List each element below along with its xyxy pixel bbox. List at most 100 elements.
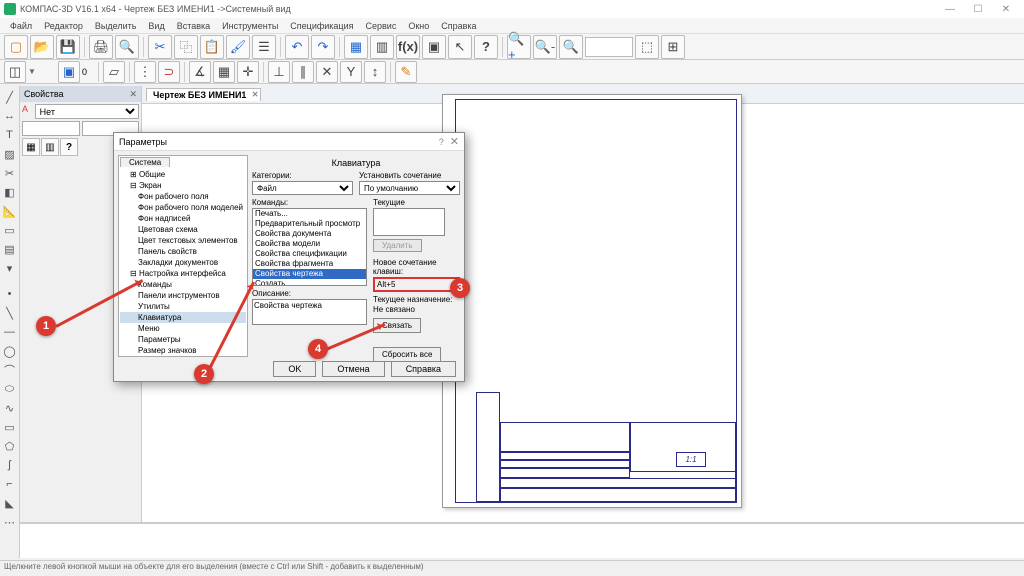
menu-spec[interactable]: Спецификация [284, 21, 359, 31]
magnet-icon[interactable]: ⊃ [158, 61, 180, 83]
tool1-icon[interactable]: ▦ [344, 35, 368, 59]
dialog-help-icon[interactable]: ? [439, 137, 444, 147]
menu-help[interactable]: Справка [435, 21, 482, 31]
edit-icon[interactable]: ✎ [395, 61, 417, 83]
minimize-button[interactable]: — [936, 4, 964, 15]
draw-spline-icon[interactable]: ∿ [1, 399, 19, 417]
tool-spec-icon[interactable]: ▤ [1, 240, 19, 258]
undo-icon[interactable]: ↶ [285, 35, 309, 59]
cmd-item-selected[interactable]: Свойства чертежа [253, 269, 366, 279]
draw-point-icon[interactable]: • [1, 285, 19, 303]
cross-icon[interactable]: ✕ [316, 61, 338, 83]
tree-bg[interactable]: Фон рабочего поля [120, 191, 246, 202]
cmd-item[interactable]: Свойства документа [253, 229, 366, 239]
prop-tool1-icon[interactable]: ▦ [22, 138, 40, 156]
commands-list[interactable]: Печать... Предварительный просмотр Свойс… [252, 208, 367, 286]
zoom-dropdown[interactable] [585, 37, 633, 57]
help-button[interactable]: Справка [391, 361, 456, 377]
dialog-titlebar[interactable]: Параметры ? ✕ [114, 133, 464, 151]
grid-icon[interactable]: ▦ [213, 61, 235, 83]
setcombo-select[interactable]: По умолчанию [359, 181, 460, 195]
save-icon[interactable]: 💾 [56, 35, 80, 59]
zoom-fit-icon[interactable]: 🔍 [559, 35, 583, 59]
tree-tab-system[interactable]: Система [120, 157, 170, 167]
brush-icon[interactable]: 🖌 [226, 35, 250, 59]
properties-close-icon[interactable]: ✕ [129, 89, 137, 100]
reset-button[interactable]: Сбросить все [373, 347, 441, 362]
tree-utilities[interactable]: Утилиты [120, 301, 246, 312]
prop-help-icon[interactable]: ? [60, 138, 78, 156]
prop-select1[interactable]: Нет [35, 104, 139, 119]
cmd-item[interactable]: Свойства спецификации [253, 249, 366, 259]
parallel-icon[interactable]: ∥ [292, 61, 314, 83]
categories-select[interactable]: Файл [252, 181, 353, 195]
help-icon[interactable]: ? [474, 35, 498, 59]
tree-toolbars[interactable]: Панели инструментов [120, 290, 246, 301]
draw-fillet-icon[interactable]: ⌐ [1, 475, 19, 493]
hotkey-input[interactable]: Alt+5 [373, 277, 460, 292]
draw-bezier-icon[interactable]: ʃ [1, 456, 19, 474]
layer-icon[interactable]: ◫ [4, 61, 26, 83]
paste-icon[interactable]: 📋 [200, 35, 224, 59]
prop-input1[interactable] [22, 121, 80, 136]
draw-arc-icon[interactable]: ⌒ [1, 361, 19, 379]
draw-line-icon[interactable]: ╲ [1, 304, 19, 322]
tree-doctabs[interactable]: Закладки документов [120, 257, 246, 268]
cancel-button[interactable]: Отмена [322, 361, 384, 377]
draw-ellipse-icon[interactable]: ⬭ [1, 380, 19, 398]
tree-files[interactable]: ⊞ Файлы [120, 356, 246, 357]
close-button[interactable]: ✕ [992, 4, 1020, 15]
draw-aux-icon[interactable]: ⋯ [1, 513, 19, 531]
tree-screen[interactable]: ⊟ Экран [120, 180, 246, 191]
tool-text-icon[interactable]: T [1, 126, 19, 144]
tree-iconsize[interactable]: Размер значков [120, 345, 246, 356]
angle-icon[interactable]: ∡ [189, 61, 211, 83]
cmd-item[interactable]: Печать... [253, 209, 366, 219]
zoom-out-icon[interactable]: 🔍- [533, 35, 557, 59]
tool-hatch-icon[interactable]: ▨ [1, 145, 19, 163]
copy-icon[interactable]: ⿻ [174, 35, 198, 59]
view2-icon[interactable]: ⊞ [661, 35, 685, 59]
selview-icon[interactable]: ▣ [58, 61, 80, 83]
tool-param-icon[interactable]: ◧ [1, 183, 19, 201]
tool-measure-icon[interactable]: 📐 [1, 202, 19, 220]
maximize-button[interactable]: ☐ [964, 4, 992, 15]
tool2-icon[interactable]: ▥ [370, 35, 394, 59]
divider-icon[interactable]: ⋮ [134, 61, 156, 83]
zoom-in-icon[interactable]: 🔍+ [507, 35, 531, 59]
cmd-item[interactable]: Свойства модели [253, 239, 366, 249]
axis-icon[interactable]: ↕ [364, 61, 386, 83]
menu-window[interactable]: Окно [402, 21, 435, 31]
ok-button[interactable]: OK [273, 361, 316, 377]
properties-icon[interactable]: ☰ [252, 35, 276, 59]
cut-icon[interactable]: ✂ [148, 35, 172, 59]
print-icon[interactable]: 🖨 [89, 35, 113, 59]
cursor-icon[interactable]: ↖ [448, 35, 472, 59]
dialog-close-icon[interactable]: ✕ [450, 135, 459, 148]
menu-view[interactable]: Вид [142, 21, 170, 31]
draw-chamfer-icon[interactable]: ◣ [1, 494, 19, 512]
preview-icon[interactable]: 🔍 [115, 35, 139, 59]
cmd-item[interactable]: Создать... [253, 279, 366, 286]
fx-icon[interactable]: f(x) [396, 35, 420, 59]
draw-rect-icon[interactable]: ▭ [1, 418, 19, 436]
tool-line-icon[interactable]: ╱ [1, 88, 19, 106]
cmd-item[interactable]: Предварительный просмотр [253, 219, 366, 229]
open-icon[interactable]: 📂 [30, 35, 54, 59]
tool3-icon[interactable]: ▣ [422, 35, 446, 59]
menu-select[interactable]: Выделить [89, 21, 143, 31]
tree-keyboard[interactable]: Клавиатура [120, 312, 246, 323]
menu-service[interactable]: Сервис [360, 21, 403, 31]
tree-bgmodel[interactable]: Фон рабочего поля моделей [120, 202, 246, 213]
prop-tool2-icon[interactable]: ▥ [41, 138, 59, 156]
sheet-icon[interactable]: ▱ [103, 61, 125, 83]
tool-more-icon[interactable]: ▾ [1, 259, 19, 277]
tree-general[interactable]: ⊞ Общие [120, 169, 246, 180]
tool-edit-icon[interactable]: ✂ [1, 164, 19, 182]
tree-textcolor[interactable]: Цвет текстовых элементов [120, 235, 246, 246]
draw-poly-icon[interactable]: ⬠ [1, 437, 19, 455]
tree-colorscheme[interactable]: Цветовая схема [120, 224, 246, 235]
y-icon[interactable]: Y [340, 61, 362, 83]
delete-button[interactable]: Удалить [373, 239, 422, 252]
tab-close-icon[interactable]: ✕ [252, 90, 259, 99]
